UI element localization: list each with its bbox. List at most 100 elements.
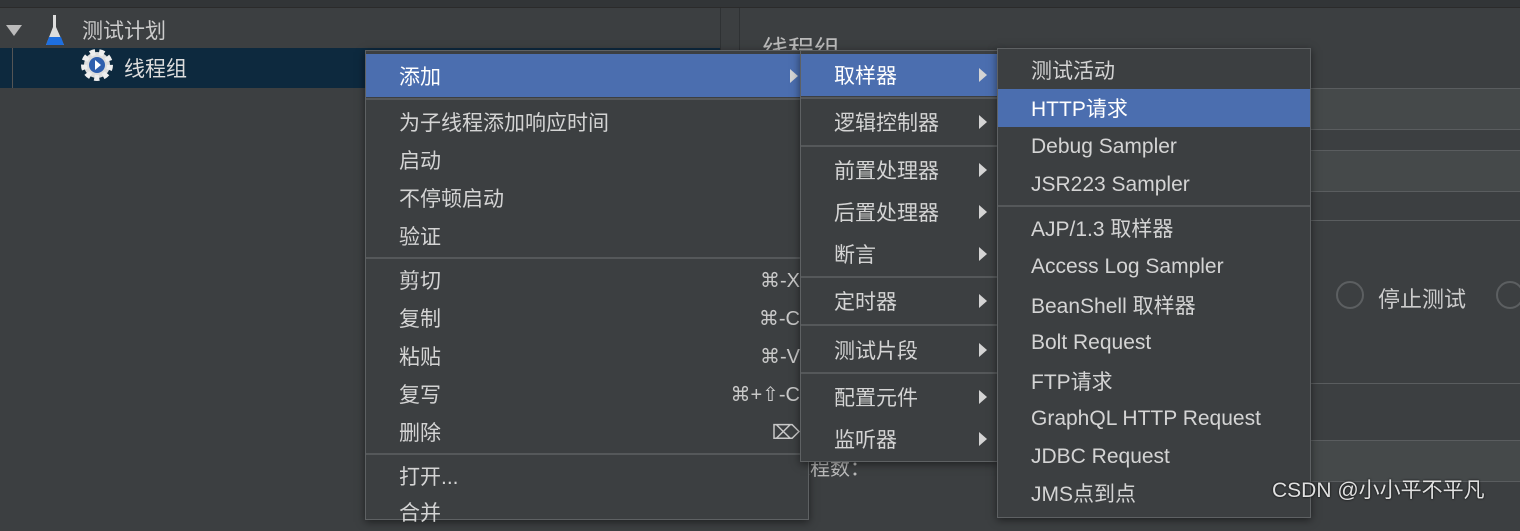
menu-item-label: 不停顿启动	[399, 188, 504, 211]
menu-item-jms-point-to-point[interactable]: JMS点到点	[998, 474, 1310, 512]
menu-item-label: GraphQL HTTP Request	[1031, 407, 1261, 430]
menu-item-ajp-sampler[interactable]: AJP/1.3 取样器	[998, 209, 1310, 247]
flask-icon	[44, 13, 66, 47]
menu-item-paste[interactable]: 粘贴 ⌘-V	[366, 337, 808, 375]
menu-item-delete[interactable]: 删除 ⌦	[366, 413, 808, 451]
shortcut-label: ⌘-C	[758, 307, 800, 330]
menu-item-merge[interactable]: 合并	[366, 493, 808, 531]
menu-item-start[interactable]: 启动	[366, 141, 808, 179]
menu-item-start-no-pause[interactable]: 不停顿启动	[366, 179, 808, 217]
menu-item-timer[interactable]: 定时器	[801, 282, 997, 320]
divider	[1310, 383, 1520, 384]
shortcut-label: ⌘+⇧-C	[730, 383, 800, 406]
radio-button[interactable]	[1496, 281, 1520, 309]
menu-item-jsr223-sampler[interactable]: JSR223 Sampler	[998, 166, 1310, 204]
menu-item-label: 复制	[399, 308, 441, 331]
menu-item-label: 测试活动	[1031, 60, 1115, 83]
menu-item-label: 剪切	[399, 270, 441, 293]
menu-item-label: 取样器	[834, 65, 897, 88]
divider	[1310, 220, 1520, 221]
submenu-arrow-icon	[979, 163, 987, 177]
menu-item-test-fragment[interactable]: 测试片段	[801, 331, 997, 369]
menu-item-logic-controller[interactable]: 逻辑控制器	[801, 103, 997, 141]
menu-item-label: 后置处理器	[834, 202, 939, 225]
add-submenu: 取样器 逻辑控制器 前置处理器 后置处理器 断言 定时器 测试片段 配置元件 监…	[800, 50, 998, 462]
menu-item-label: 复写	[399, 384, 441, 407]
menu-item-debug-sampler[interactable]: Debug Sampler	[998, 128, 1310, 166]
menu-item-label: JMS点到点	[1031, 483, 1136, 506]
menu-item-label: 打开...	[399, 466, 459, 489]
top-bar	[0, 0, 1520, 8]
menu-item-add-response-time[interactable]: 为子线程添加响应时间	[366, 103, 808, 141]
submenu-arrow-icon	[979, 294, 987, 308]
stop-test-label: 停止测试	[1378, 287, 1467, 312]
menu-item-label: HTTP请求	[1031, 98, 1128, 121]
menu-item-add[interactable]: 添加	[366, 54, 808, 97]
menu-item-beanshell-sampler[interactable]: BeanShell 取样器	[998, 286, 1310, 324]
menu-item-label: 合并	[399, 502, 441, 525]
shortcut-label: ⌘-V	[760, 345, 800, 368]
context-menu: 添加 为子线程添加响应时间 启动 不停顿启动 验证 剪切 ⌘-X 复制 ⌘-C 粘贴…	[365, 50, 809, 525]
menu-item-pre-processor[interactable]: 前置处理器	[801, 151, 997, 189]
menu-item-validate[interactable]: 验证	[366, 217, 808, 255]
menu-item-label: JDBC Request	[1031, 445, 1170, 468]
menu-item-bolt-request[interactable]: Bolt Request	[998, 324, 1310, 362]
menu-item-test-action[interactable]: 测试活动	[998, 51, 1310, 89]
menu-separator	[801, 324, 997, 326]
menu-item-label: 断言	[834, 244, 876, 267]
menu-separator	[801, 276, 997, 278]
menu-item-label: 启动	[399, 150, 441, 173]
submenu-arrow-icon	[979, 343, 987, 357]
menu-item-copy[interactable]: 复制 ⌘-C	[366, 299, 808, 337]
submenu-arrow-icon	[979, 115, 987, 129]
menu-item-duplicate[interactable]: 复写 ⌘+⇧-C	[366, 375, 808, 413]
menu-item-sampler[interactable]: 取样器	[801, 54, 997, 96]
menu-item-label: 配置元件	[834, 387, 918, 410]
menu-item-label: 添加	[399, 65, 441, 89]
menu-item-assertion[interactable]: 断言	[801, 235, 997, 273]
name-field[interactable]	[1310, 88, 1520, 130]
menu-item-cut[interactable]: 剪切 ⌘-X	[366, 261, 808, 299]
menu-item-label: 监听器	[834, 429, 897, 452]
menu-item-label: 逻辑控制器	[834, 112, 939, 135]
menu-item-post-processor[interactable]: 后置处理器	[801, 193, 997, 231]
menu-item-label: JSR223 Sampler	[1031, 173, 1190, 196]
submenu-arrow-icon	[979, 432, 987, 446]
menu-separator	[366, 453, 808, 455]
menu-item-ftp-request[interactable]: FTP请求	[998, 362, 1310, 400]
shortcut-label: ⌘-X	[760, 269, 800, 292]
menu-item-jdbc-request[interactable]: JDBC Request	[998, 438, 1310, 476]
stop-test-radio[interactable]	[1336, 281, 1364, 309]
menu-item-open[interactable]: 打开...	[366, 457, 808, 495]
menu-separator	[366, 98, 808, 100]
menu-item-label: 测试片段	[834, 340, 918, 363]
menu-item-label: Bolt Request	[1031, 331, 1152, 354]
menu-item-label: FTP请求	[1031, 371, 1113, 394]
menu-item-label: 前置处理器	[834, 160, 939, 183]
menu-separator	[801, 97, 997, 99]
menu-item-label: Debug Sampler	[1031, 135, 1177, 158]
menu-item-graphql-request[interactable]: GraphQL HTTP Request	[998, 400, 1310, 438]
menu-item-config-element[interactable]: 配置元件	[801, 378, 997, 416]
tree-guide-line	[12, 48, 13, 88]
submenu-arrow-icon	[979, 390, 987, 404]
watermark: CSDN @小小平不平凡	[1272, 479, 1485, 502]
menu-separator	[366, 257, 808, 259]
menu-item-label: 粘贴	[399, 346, 441, 369]
menu-item-listener[interactable]: 监听器	[801, 420, 997, 458]
menu-item-label: Access Log Sampler	[1031, 255, 1224, 278]
tree-item-label: 线程组	[124, 58, 187, 81]
sampler-submenu: 测试活动 HTTP请求 Debug Sampler JSR223 Sampler…	[997, 48, 1311, 518]
menu-item-label: AJP/1.3 取样器	[1031, 218, 1174, 241]
submenu-arrow-icon	[979, 247, 987, 261]
menu-item-label: BeanShell 取样器	[1031, 295, 1196, 318]
expand-arrow-icon[interactable]	[6, 24, 22, 36]
menu-item-http-request[interactable]: HTTP请求	[998, 89, 1310, 127]
comment-field[interactable]	[1310, 150, 1520, 192]
tree-item-test-plan[interactable]: 测试计划	[0, 10, 720, 50]
menu-item-label: 删除	[399, 422, 441, 445]
gear-icon	[80, 48, 114, 88]
menu-item-access-log-sampler[interactable]: Access Log Sampler	[998, 248, 1310, 286]
menu-item-label: 验证	[399, 226, 441, 249]
submenu-arrow-icon	[979, 68, 987, 82]
